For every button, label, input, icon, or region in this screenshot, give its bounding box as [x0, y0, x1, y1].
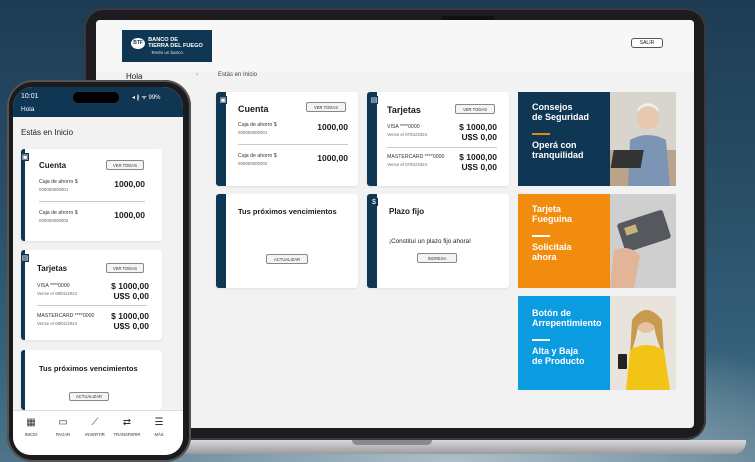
- phone-cards-view-all[interactable]: VER TODAS: [106, 263, 144, 273]
- promo-regret-title: Botón de Arrepentimiento: [532, 308, 602, 328]
- phone-cards-card: ▤ Tarjetas VER TODAS VISA ****0000 Vence…: [21, 250, 162, 340]
- card-row[interactable]: VISA ****0000 Vence el 07/01/2024: [387, 124, 427, 138]
- phone-account-row[interactable]: Caja de ahorro $ 000000000001: [39, 179, 78, 193]
- app-header: BTF BANCO DE TIERRA DEL FUEGO Tenés un b…: [96, 20, 694, 72]
- due-dates-title: Tus próximos vencimientos: [238, 207, 337, 216]
- card-balance: $ 1000,00 U$S 0,00: [459, 122, 497, 142]
- phone-breadcrumb: Estás en Inicio: [21, 128, 74, 137]
- phone-due-dates-title: Tus próximos vencimientos: [39, 364, 138, 373]
- phone-clock: 10:01: [21, 93, 39, 100]
- woman-with-phone-photo: [610, 296, 676, 390]
- divider: [39, 201, 145, 202]
- enter-fixed-term-button[interactable]: INGRESA: [417, 253, 457, 263]
- card-icon: ▭: [58, 417, 68, 428]
- phone-card-balance: $ 1000,00 U$S 0,00: [111, 311, 149, 331]
- phone-card-row[interactable]: VISA ****0000 Vence el 08/01/2024: [37, 283, 77, 297]
- bottom-tab-bar: ▦ INICIO ▭ PAGAR ⟋ INVERTIR ⇄ TRANSFERIR…: [13, 410, 183, 455]
- chart-icon: ⟋: [91, 417, 99, 428]
- fixed-term-card: $ Plazo fijo ¡Constituí un plazo fijo ah…: [367, 194, 509, 288]
- credit-card-icon: ▤: [370, 96, 378, 104]
- phone-greeting: Hola: [21, 106, 35, 113]
- account-card: ▣ Cuenta VER TODAS Caja de ahorro $ 0000…: [216, 92, 358, 186]
- fixed-term-title: Plazo fijo: [389, 207, 425, 216]
- divider: [387, 147, 497, 148]
- phone-account-card: ▣ Cuenta VER TODAS Caja de ahorro $ 0000…: [21, 149, 162, 241]
- wallet-icon: ▣: [219, 96, 227, 104]
- cards-card: ▤ Tarjetas VER TODAS VISA ****0000 Vence…: [367, 92, 509, 186]
- cards-card-title: Tarjetas: [387, 105, 421, 115]
- phone-screen: 10:01 ◂ ∦ ᯤ 99% Hola Estás en Inicio ▣ C…: [13, 87, 183, 455]
- due-dates-card: Tus próximos vencimientos ACTUALIZAR: [216, 194, 358, 288]
- promo-security-subtitle: Operá con tranquilidad: [532, 140, 584, 160]
- fixed-term-text: ¡Constituí un plazo fijo ahora!: [389, 238, 471, 245]
- account-balance: 1000,00: [317, 153, 348, 163]
- logout-button[interactable]: SALIR: [631, 38, 663, 48]
- credit-card-icon: ▤: [21, 254, 29, 262]
- account-row[interactable]: Caja de ahorro $ 000000000002: [238, 153, 277, 167]
- phone-status-bar: 10:01 ◂ ∦ ᯤ 99%: [13, 87, 183, 117]
- promo-regret-button[interactable]: Botón de Arrepentimiento Alta y Baja de …: [518, 296, 676, 390]
- tab-transferir[interactable]: ⇄ TRANSFERIR: [112, 417, 142, 437]
- account-card-title: Cuenta: [238, 104, 269, 114]
- tab-mas[interactable]: ☰ MÁS: [144, 417, 174, 437]
- promo-card[interactable]: Tarjeta Fueguina Solicitala ahora: [518, 194, 676, 288]
- card-row[interactable]: MASTERCARD ****0000 Vence el 07/01/2024: [387, 154, 444, 168]
- refresh-button[interactable]: ACTUALIZAR: [266, 254, 308, 264]
- wallet-icon: ▣: [21, 153, 29, 161]
- bank-logo-mark: BTF: [131, 37, 146, 49]
- bank-name: BANCO DE TIERRA DEL FUEGO: [148, 37, 203, 49]
- senior-man-laptop-photo: [610, 92, 676, 186]
- promo-security[interactable]: Consejos de Seguridad Operá con tranquil…: [518, 92, 676, 186]
- phone-account-row[interactable]: Caja de ahorro $ 000000000002: [39, 210, 78, 224]
- status-icons: ◂ ∦ ᯤ 99%: [132, 95, 161, 101]
- cards-view-all-button[interactable]: VER TODAS: [455, 104, 495, 114]
- phone-card-balance: $ 1000,00 U$S 0,00: [111, 281, 149, 301]
- promo-security-title: Consejos de Seguridad: [532, 102, 590, 122]
- transfer-icon: ⇄: [122, 417, 132, 428]
- card-balance: $ 1000,00 U$S 0,00: [459, 152, 497, 172]
- menu-icon: ☰: [154, 417, 164, 428]
- divider: [37, 305, 147, 306]
- phone-account-title: Cuenta: [39, 161, 67, 170]
- money-icon: $: [370, 198, 378, 206]
- bank-logo[interactable]: BTF BANCO DE TIERRA DEL FUEGO Tenés un b…: [122, 30, 212, 62]
- divider: [238, 144, 348, 145]
- tab-inicio[interactable]: ▦ INICIO: [16, 417, 46, 437]
- account-balance: 1000,00: [317, 122, 348, 132]
- hand-holding-card-photo: [610, 194, 676, 288]
- tab-invertir[interactable]: ⟋ INVERTIR: [80, 417, 110, 437]
- breadcrumb: Estás en Inicio: [218, 72, 258, 78]
- promo-card-title: Tarjeta Fueguina: [532, 204, 572, 224]
- promo-regret-subtitle: Alta y Baja de Producto: [532, 346, 585, 366]
- promo-card-subtitle: Solicitala ahora: [532, 242, 572, 262]
- grid-icon: ▦: [26, 417, 36, 428]
- dynamic-island: [73, 92, 119, 103]
- tab-pagar[interactable]: ▭ PAGAR: [48, 417, 78, 437]
- phone-account-balance: 1000,00: [114, 179, 145, 189]
- phone-account-view-all[interactable]: VER TODAS: [106, 160, 144, 170]
- bank-tagline: Tenés un banco: [151, 50, 183, 55]
- account-row[interactable]: Caja de ahorro $ 000000000001: [238, 122, 277, 136]
- phone-due-dates-card: Tus próximos vencimientos ACTUALIZAR: [21, 350, 162, 410]
- phone-refresh-button[interactable]: ACTUALIZAR: [69, 392, 109, 401]
- phone-account-balance: 1000,00: [114, 210, 145, 220]
- account-view-all-button[interactable]: VER TODAS: [306, 102, 346, 112]
- phone-cards-title: Tarjetas: [37, 264, 68, 273]
- sidebar-toggle-icon[interactable]: ›: [196, 72, 198, 78]
- phone-card-row[interactable]: MASTERCARD ****0000 Vence el 08/01/2024: [37, 313, 94, 327]
